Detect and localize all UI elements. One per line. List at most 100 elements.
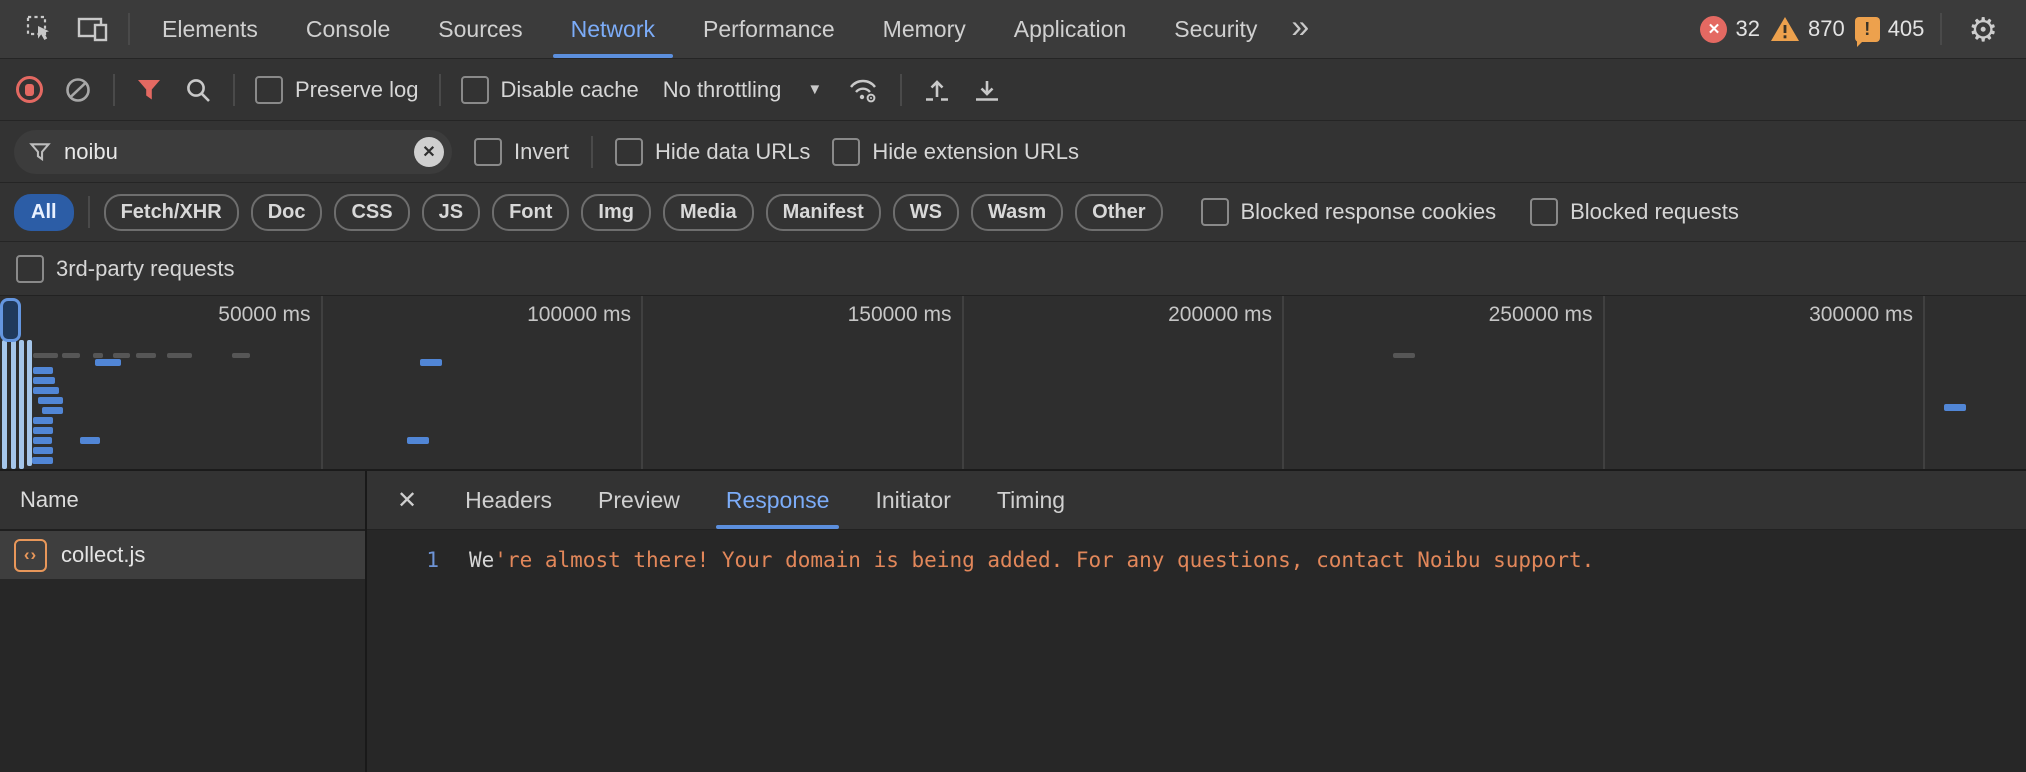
warning-count: 870 [1808, 16, 1845, 42]
blocked-response-cookies-label: Blocked response cookies [1241, 199, 1497, 225]
type-pill-fetch-xhr[interactable]: Fetch/XHR [104, 194, 239, 231]
resource-type-filter-bar: All Fetch/XHR Doc CSS JS Font Img Media Manifest… [0, 183, 2026, 242]
throttling-select[interactable]: No throttling ▼ [659, 77, 826, 103]
tab-sources[interactable]: Sources [414, 0, 546, 58]
type-pill-css[interactable]: CSS [334, 194, 409, 231]
blocked-response-cookies-toggle[interactable]: Blocked response cookies [1201, 198, 1497, 226]
type-pill-manifest[interactable]: Manifest [766, 194, 881, 231]
type-pill-media[interactable]: Media [663, 194, 754, 231]
record-network-log-button[interactable] [16, 76, 43, 103]
waterfall-bar [93, 353, 103, 358]
waterfall-bar [232, 353, 250, 358]
blocked-requests-checkbox[interactable] [1530, 198, 1558, 226]
waterfall-bar [420, 359, 442, 366]
type-pill-ws[interactable]: WS [893, 194, 959, 231]
preserve-log-checkbox[interactable] [255, 76, 283, 104]
hide-extension-urls-toggle[interactable]: Hide extension URLs [832, 138, 1079, 166]
waterfall-bar [27, 340, 32, 466]
detail-tab-response[interactable]: Response [726, 471, 830, 529]
close-icon[interactable]: ✕ [397, 486, 417, 515]
hide-data-urls-checkbox[interactable] [615, 138, 643, 166]
divider [900, 74, 902, 106]
tab-security[interactable]: Security [1150, 0, 1281, 58]
preserve-log-toggle[interactable]: Preserve log [255, 76, 419, 104]
filter-bar: ✕ Invert Hide data URLs Hide extension U… [0, 121, 2026, 183]
third-party-toggle[interactable]: 3rd-party requests [16, 255, 235, 283]
device-toolbar-button[interactable] [66, 0, 120, 58]
issues-badge[interactable]: ! 405 [1855, 16, 1925, 42]
hide-extension-urls-label: Hide extension URLs [872, 139, 1079, 165]
detail-tab-preview[interactable]: Preview [598, 471, 680, 529]
tab-memory[interactable]: Memory [859, 0, 990, 58]
line-number: 1 [367, 545, 439, 575]
network-conditions-button[interactable] [846, 59, 880, 120]
main-tabbar: ElementsConsoleSourcesNetworkPerformance… [0, 0, 2026, 59]
filter-input[interactable] [62, 138, 404, 166]
overview-selection-handle[interactable] [0, 298, 21, 342]
device-toolbar-icon [76, 13, 110, 45]
blocked-requests-toggle[interactable]: Blocked requests [1530, 198, 1739, 226]
network-overview-timeline[interactable]: 50000 ms100000 ms150000 ms200000 ms25000… [0, 296, 2026, 471]
detail-tab-timing[interactable]: Timing [997, 471, 1065, 529]
type-pill-font[interactable]: Font [492, 194, 569, 231]
invert-checkbox[interactable] [474, 138, 502, 166]
type-pill-js[interactable]: JS [422, 194, 480, 231]
gear-icon: ⚙ [1960, 13, 2006, 46]
search-button[interactable] [183, 59, 213, 120]
status-badges: ✕ 32 870 ! 405 [1700, 15, 1924, 43]
divider [591, 136, 593, 168]
waterfall-bar [33, 427, 53, 434]
search-icon [183, 75, 213, 105]
waterfall-bar [80, 437, 100, 444]
third-party-checkbox[interactable] [16, 255, 44, 283]
tab-console[interactable]: Console [282, 0, 414, 58]
request-name: collect.js [61, 542, 145, 568]
request-row-collect-js[interactable]: ‹›collect.js [0, 531, 365, 579]
error-count: 32 [1735, 16, 1759, 42]
settings-button[interactable]: ⚙ [1950, 0, 2016, 58]
invert-toggle[interactable]: Invert [474, 138, 569, 166]
filter-toggle-button[interactable] [135, 59, 163, 120]
hide-data-urls-toggle[interactable]: Hide data URLs [615, 138, 810, 166]
response-viewer[interactable]: 1 We're almost there! Your domain is bei… [367, 530, 2026, 575]
waterfall-bar [33, 387, 59, 394]
blocked-response-cookies-checkbox[interactable] [1201, 198, 1229, 226]
export-har-button[interactable] [972, 59, 1002, 120]
response-text: We're almost there! Your domain is being… [469, 545, 1594, 575]
more-tabs-icon[interactable]: » [1281, 8, 1327, 51]
waterfall-bar [2, 340, 7, 469]
tab-network[interactable]: Network [547, 0, 679, 58]
devtools-window: ElementsConsoleSourcesNetworkPerformance… [0, 0, 2026, 772]
type-pill-other[interactable]: Other [1075, 194, 1162, 231]
type-pill-wasm[interactable]: Wasm [971, 194, 1063, 231]
clear-network-log-button[interactable] [63, 59, 93, 120]
import-har-button[interactable] [922, 59, 952, 120]
name-header-label: Name [20, 487, 79, 513]
hide-extension-urls-checkbox[interactable] [832, 138, 860, 166]
error-badge[interactable]: ✕ 32 [1700, 16, 1759, 43]
warning-badge[interactable]: 870 [1770, 15, 1845, 43]
inspect-cursor-icon [24, 13, 56, 45]
waterfall-bar [19, 340, 24, 469]
download-icon [972, 75, 1002, 105]
throttling-value: No throttling [663, 77, 782, 103]
overview-section: 150000 ms [641, 296, 964, 469]
divider [128, 13, 130, 45]
waterfall-bar [33, 417, 53, 424]
type-pill-doc[interactable]: Doc [251, 194, 323, 231]
tab-elements[interactable]: Elements [138, 0, 282, 58]
waterfall-bar [33, 437, 52, 444]
disable-cache-checkbox[interactable] [461, 76, 489, 104]
disable-cache-toggle[interactable]: Disable cache [461, 76, 639, 104]
blocked-filters: Blocked response cookies Blocked request… [1201, 198, 1739, 226]
inspect-element-button[interactable] [14, 0, 66, 58]
name-column-header[interactable]: Name [0, 471, 365, 531]
upload-icon [922, 75, 952, 105]
type-pill-img[interactable]: Img [581, 194, 651, 231]
clear-filter-icon[interactable]: ✕ [414, 137, 444, 167]
detail-tab-headers[interactable]: Headers [465, 471, 552, 529]
detail-tab-initiator[interactable]: Initiator [875, 471, 950, 529]
tab-performance[interactable]: Performance [679, 0, 859, 58]
type-pill-all[interactable]: All [14, 194, 74, 231]
tab-application[interactable]: Application [990, 0, 1151, 58]
